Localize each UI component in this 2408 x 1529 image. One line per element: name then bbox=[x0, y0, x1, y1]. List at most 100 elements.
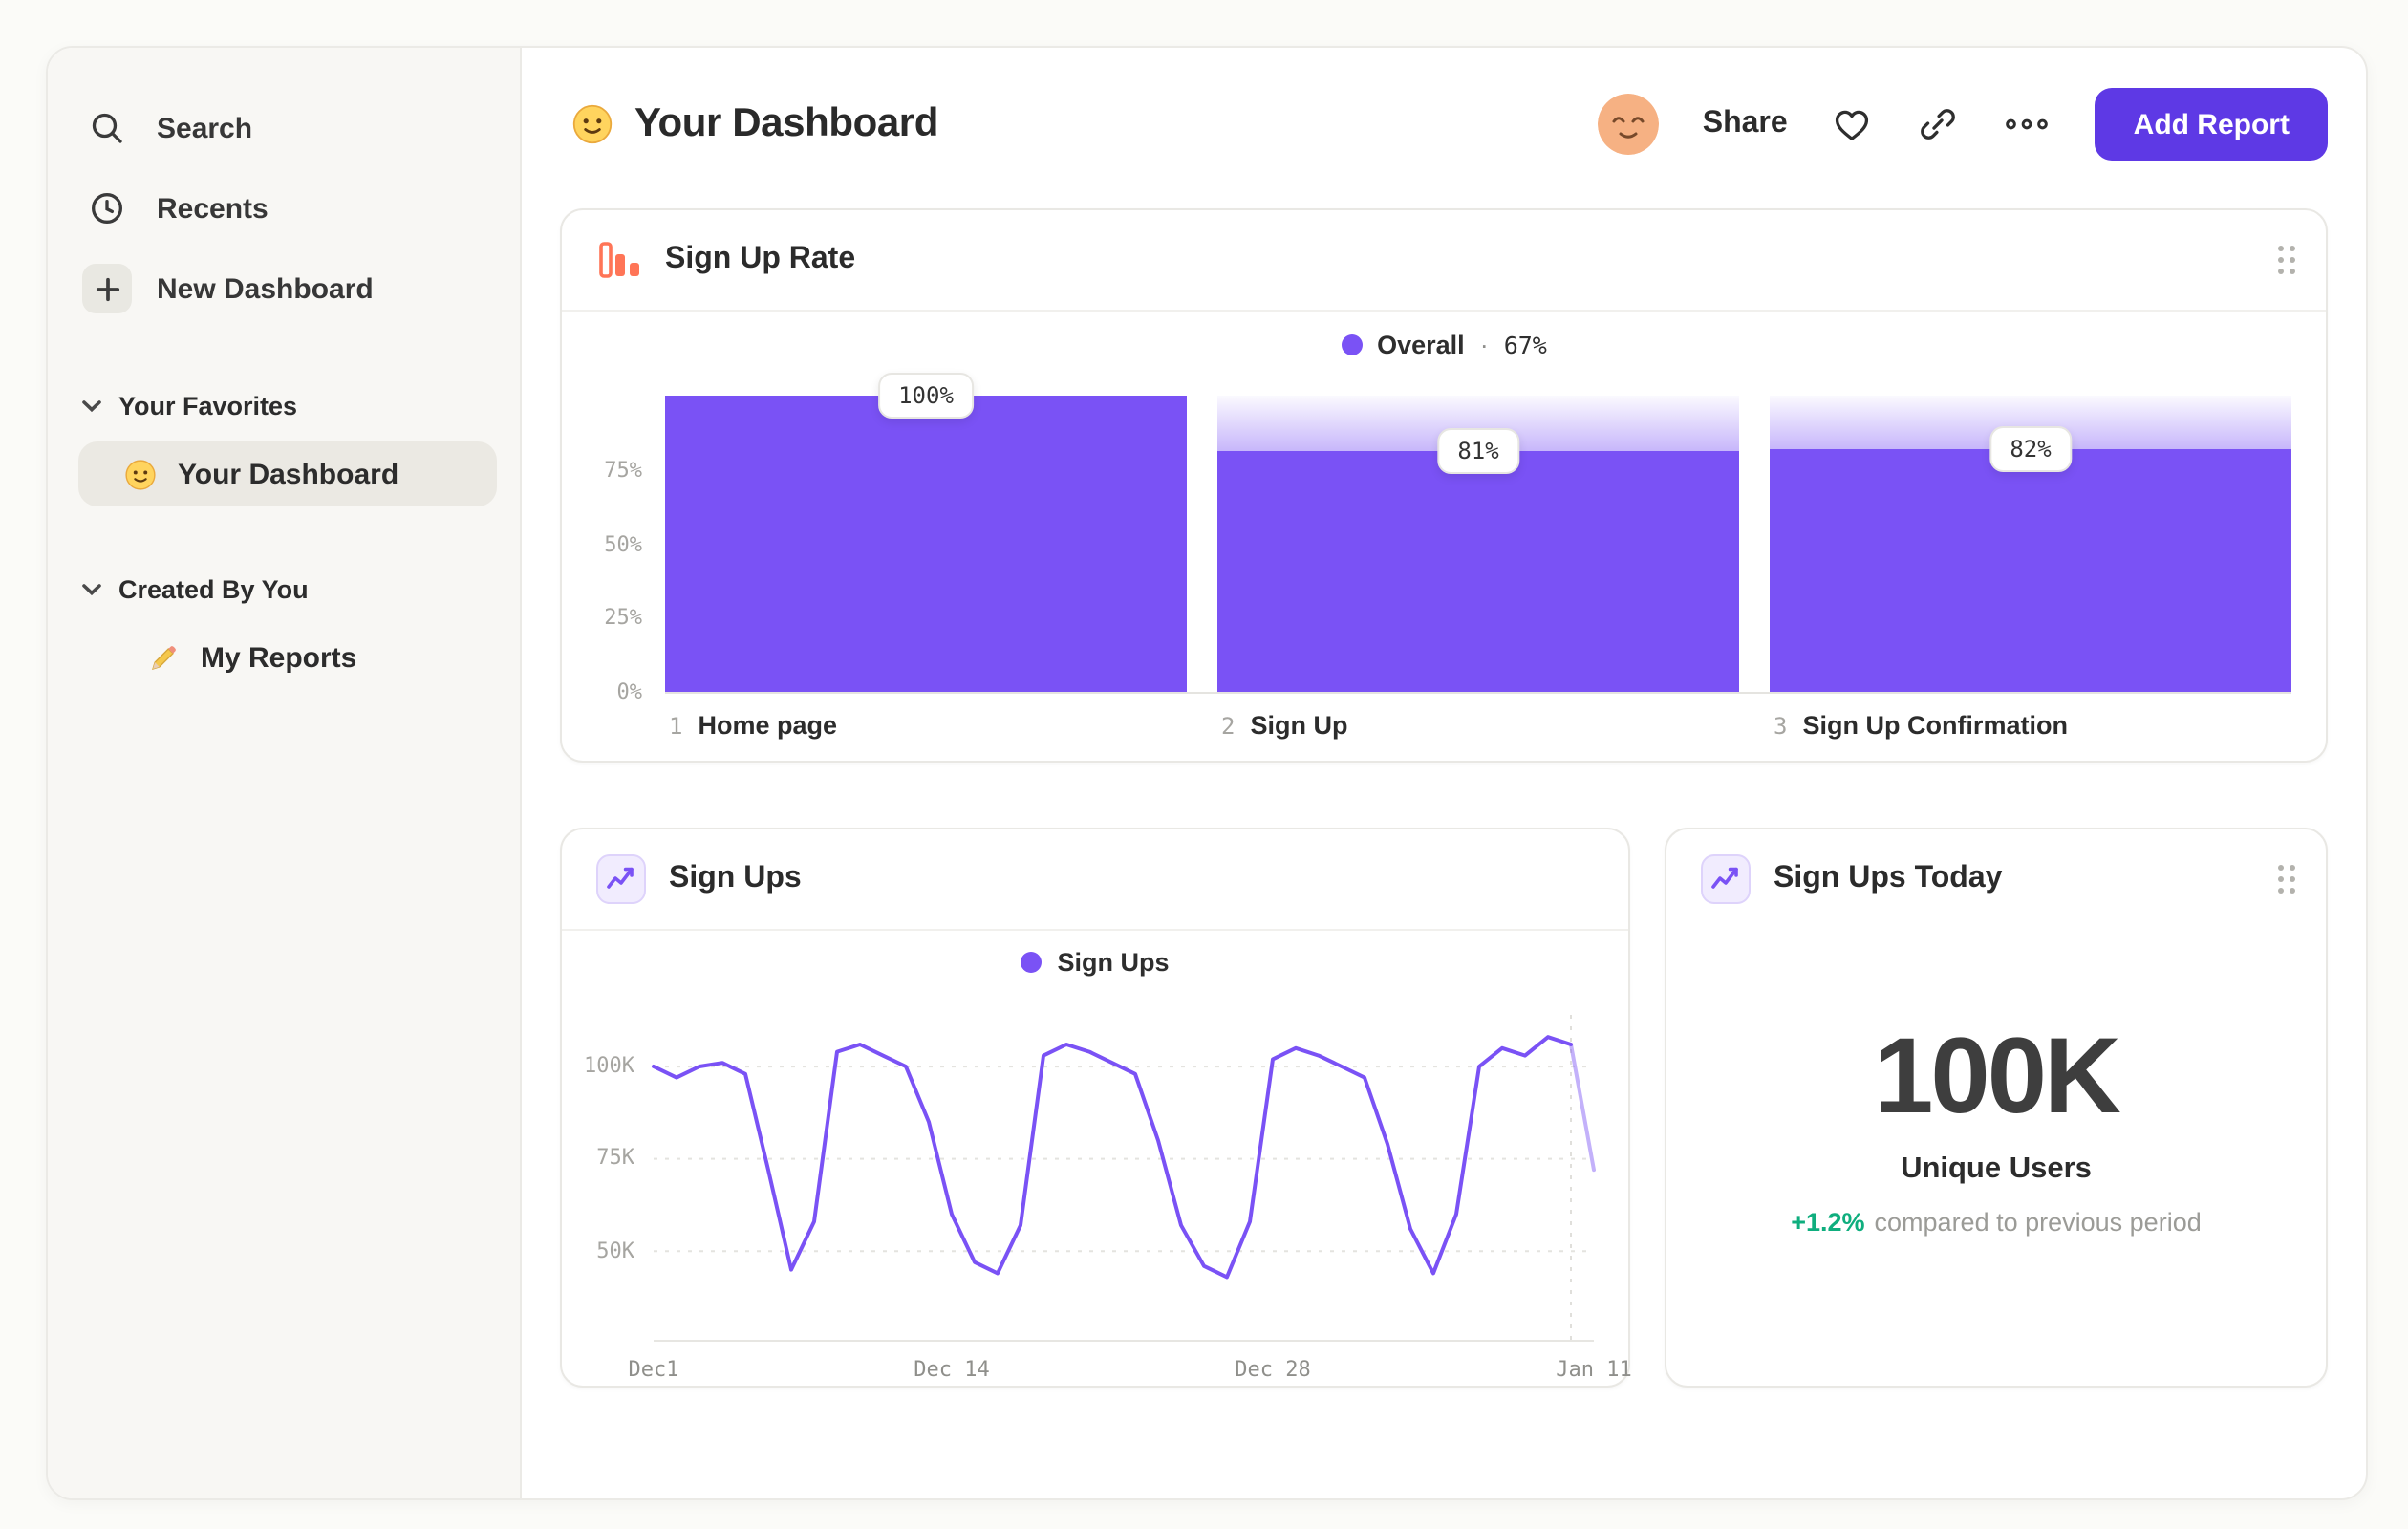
funnel-chart: 75% 50% 25% 0% 100% 1 Home page 81% 2 Sign Up 82%… bbox=[562, 373, 2326, 761]
section-header-created-by-you[interactable]: Created By You bbox=[78, 560, 497, 617]
section-label: Your Favorites bbox=[118, 391, 298, 420]
cards-row: Sign Ups Sign Ups 100K 75K 50K Dec1 Dec 14 De… bbox=[560, 828, 2328, 1388]
sidebar-item-label: Your Dashboard bbox=[178, 458, 399, 490]
funnel-bars: 100% 1 Home page 81% 2 Sign Up 82% 3 Sign Up Con… bbox=[665, 373, 2291, 761]
y-tick-label: 50K bbox=[596, 1238, 634, 1263]
step-name: Home page bbox=[698, 711, 838, 740]
step-name: Sign Up bbox=[1250, 711, 1348, 740]
funnel-bar[interactable] bbox=[1217, 451, 1739, 692]
section-your-favorites: Your Favorites Your Dashboard bbox=[78, 377, 497, 506]
card-title: Sign Ups bbox=[669, 862, 802, 894]
sidebar-item-my-reports[interactable]: My Reports bbox=[78, 625, 497, 690]
page-title: Your Dashboard bbox=[634, 101, 938, 145]
funnel-bar[interactable] bbox=[1770, 448, 2291, 692]
chevron-down-icon bbox=[82, 582, 101, 595]
sidebar-item-label: Search bbox=[157, 112, 253, 144]
smiley-emoji-icon bbox=[571, 103, 613, 145]
funnel-bar[interactable] bbox=[665, 396, 1187, 692]
x-tick-label: Jan 11 bbox=[1556, 1357, 1632, 1382]
legend-label: Overall bbox=[1377, 330, 1465, 358]
stat-delta-note: compared to previous period bbox=[1874, 1207, 2202, 1236]
heart-icon bbox=[1832, 103, 1874, 145]
chevron-down-icon bbox=[82, 398, 101, 412]
card-title: Sign Ups Today bbox=[1774, 862, 2003, 894]
funnel-value-chip: 81% bbox=[1436, 428, 1520, 475]
x-tick-label: Dec 14 bbox=[914, 1357, 990, 1382]
y-tick-label: 100K bbox=[584, 1053, 634, 1079]
card-header: Sign Ups bbox=[562, 829, 1628, 931]
drag-handle-icon[interactable] bbox=[2278, 246, 2295, 274]
y-tick-label: 75K bbox=[596, 1145, 634, 1171]
sidebar-item-label: My Reports bbox=[201, 641, 357, 674]
header-controls: Share Add Report bbox=[1597, 88, 2328, 161]
sidebar-item-search[interactable]: Search bbox=[78, 94, 497, 162]
card-header: Sign Ups Today bbox=[1666, 829, 2326, 929]
section-header-your-favorites[interactable]: Your Favorites bbox=[78, 377, 497, 434]
stat-unit-label: Unique Users bbox=[1901, 1152, 2092, 1184]
sidebar-item-recents[interactable]: Recents bbox=[78, 174, 497, 243]
line-plot: 100K 75K 50K Dec1 Dec 14 Dec 28 Jan 11 bbox=[584, 1015, 1632, 1382]
sidebar-item-new-dashboard[interactable]: New Dashboard bbox=[78, 254, 497, 323]
avatar[interactable] bbox=[1597, 94, 1659, 155]
sidebar-item-your-dashboard[interactable]: Your Dashboard bbox=[78, 441, 497, 506]
more-options-button[interactable] bbox=[2004, 103, 2052, 145]
y-tick-label: 0% bbox=[616, 679, 643, 704]
stat-body: 100K Unique Users +1.2% compared to previ… bbox=[1666, 929, 2326, 1386]
step-name: Sign Up Confirmation bbox=[1802, 711, 2068, 740]
stat-value: 100K bbox=[1874, 1014, 2121, 1134]
main-window: Search Recents New Dashboard Your Favori… bbox=[46, 46, 2368, 1500]
card-header: Sign Up Rate bbox=[562, 210, 2326, 312]
link-icon bbox=[1918, 103, 1960, 145]
card-title: Sign Up Rate bbox=[665, 243, 856, 275]
legend-value: 67% bbox=[1503, 330, 1547, 358]
sidebar-item-label: New Dashboard bbox=[157, 272, 374, 305]
funnel-step[interactable]: 82% 3 Sign Up Confirmation bbox=[1770, 396, 2291, 761]
add-report-button[interactable]: Add Report bbox=[2095, 88, 2328, 161]
bar-chart-icon bbox=[596, 237, 642, 283]
funnel-step[interactable]: 100% 1 Home page bbox=[665, 373, 1187, 761]
smiley-emoji-icon bbox=[124, 458, 157, 490]
funnel-category-label: 3 Sign Up Confirmation bbox=[1770, 692, 2291, 740]
legend-label: Sign Ups bbox=[1057, 947, 1170, 976]
funnel-step[interactable]: 81% 2 Sign Up bbox=[1217, 396, 1739, 761]
funnel-category-label: 2 Sign Up bbox=[1217, 692, 1739, 740]
search-icon bbox=[82, 103, 132, 153]
y-tick-label: 50% bbox=[604, 531, 642, 556]
funnel-category-label: 1 Home page bbox=[665, 692, 1187, 740]
funnel-legend: Overall · 67% bbox=[562, 312, 2326, 377]
more-options-icon bbox=[2004, 103, 2052, 145]
y-tick-label: 75% bbox=[604, 457, 642, 483]
x-tick-label: Dec 28 bbox=[1235, 1357, 1311, 1382]
y-tick-label: 25% bbox=[604, 605, 642, 631]
funnel-value-chip: 82% bbox=[1989, 425, 2073, 472]
pencil-icon bbox=[147, 641, 180, 674]
dashboard-header: Your Dashboard Share Add Report bbox=[571, 86, 2328, 162]
signup-rate-card: Sign Up Rate Overall · 67% 75% 50% 25% 0% 1… bbox=[560, 208, 2328, 763]
screen: Search Recents New Dashboard Your Favori… bbox=[0, 0, 2408, 1529]
favorite-heart-button[interactable] bbox=[1832, 103, 1874, 145]
stat-delta-row: +1.2% compared to previous period bbox=[1791, 1207, 2202, 1236]
section-label: Created By You bbox=[118, 574, 309, 603]
copy-link-button[interactable] bbox=[1918, 103, 1960, 145]
line-legend: Sign Ups bbox=[562, 931, 1628, 992]
sidebar: Search Recents New Dashboard Your Favori… bbox=[48, 48, 522, 1498]
line-chart-icon bbox=[596, 854, 646, 904]
section-created-by-you: Created By You My Reports bbox=[78, 560, 497, 690]
step-number: 1 bbox=[669, 713, 683, 740]
main-content: Your Dashboard Share Add Report Sign Up … bbox=[522, 48, 2366, 1498]
legend-dot bbox=[1021, 951, 1043, 972]
drag-handle-icon[interactable] bbox=[2278, 865, 2295, 894]
sidebar-item-label: Recents bbox=[157, 192, 269, 225]
signups-card: Sign Ups Sign Ups 100K 75K 50K Dec1 Dec 14 De… bbox=[560, 828, 1632, 1388]
funnel-y-axis: 75% 50% 25% 0% bbox=[585, 396, 654, 705]
legend-separator: · bbox=[1479, 330, 1489, 358]
line-chart-icon bbox=[1701, 854, 1751, 904]
funnel-value-chip: 100% bbox=[877, 373, 975, 419]
share-button[interactable]: Share bbox=[1703, 107, 1788, 141]
step-number: 3 bbox=[1774, 713, 1788, 740]
x-tick-label: Dec1 bbox=[628, 1357, 679, 1382]
plus-icon bbox=[82, 264, 132, 313]
step-number: 2 bbox=[1221, 713, 1236, 740]
stat-delta: +1.2% bbox=[1791, 1207, 1865, 1236]
clock-icon bbox=[82, 183, 132, 233]
